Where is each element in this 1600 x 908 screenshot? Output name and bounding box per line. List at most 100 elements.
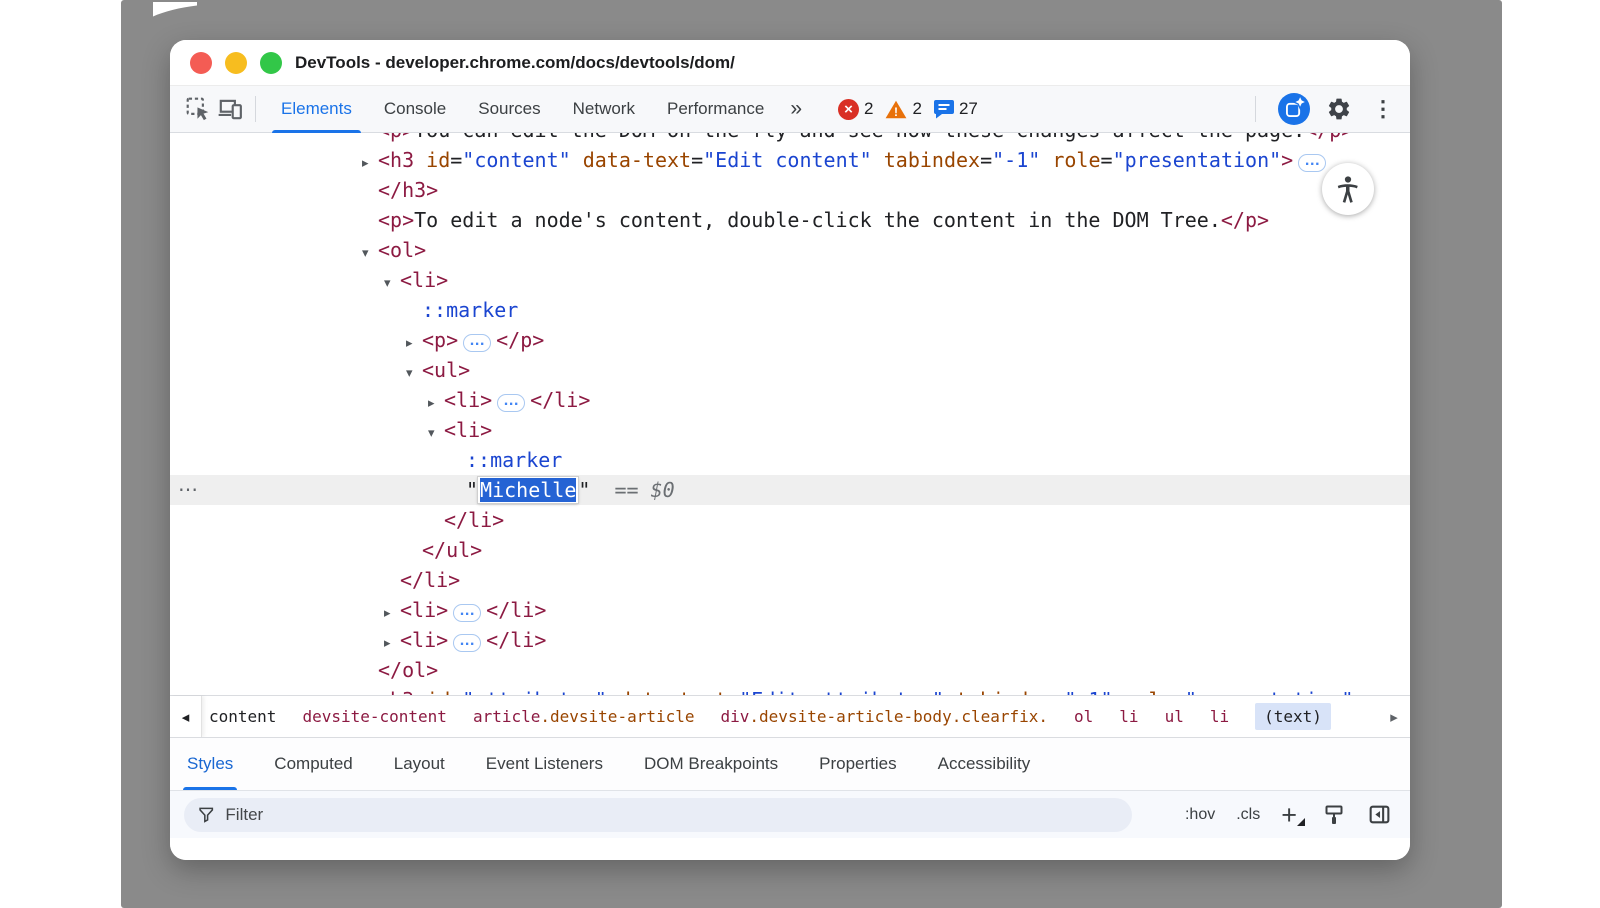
dom-node-row[interactable]: ▾<li> xyxy=(170,415,1410,445)
toolbar-divider xyxy=(255,96,256,122)
error-icon: × xyxy=(838,99,859,120)
inspect-element-button[interactable] xyxy=(182,93,214,125)
errors-badge[interactable]: × 2 xyxy=(838,99,873,120)
sidebar-tab-layout[interactable]: Layout xyxy=(392,738,447,790)
breadcrumb-item[interactable]: article.devsite-article xyxy=(473,707,695,726)
dom-node-row[interactable]: </li> xyxy=(170,565,1410,595)
dom-tree-panel: <p>You can edit the DOM on the fly and s… xyxy=(170,133,1410,695)
inspect-cursor-icon xyxy=(185,96,211,122)
dom-node-row[interactable]: </li> xyxy=(170,505,1410,535)
expand-ellipsis-button[interactable]: … xyxy=(453,634,481,652)
breadcrumb: content devsite-content article.devsite-ar… xyxy=(202,703,1378,730)
expand-arrow-icon[interactable]: ▸ xyxy=(362,688,378,695)
styles-panel-tabs: Styles Computed Layout Event Listeners DOM B… xyxy=(170,737,1410,790)
dom-node-row[interactable]: <p>You can edit the DOM on the fly and s… xyxy=(170,133,1410,145)
dom-node-row[interactable]: ::marker xyxy=(170,445,1410,475)
dom-node-row[interactable]: ▸<li>…</li> xyxy=(170,385,1410,415)
ai-assistance-button[interactable] xyxy=(1278,93,1310,125)
breadcrumb-bar: ◂ content devsite-content article.devsite-… xyxy=(170,695,1410,737)
warnings-badge[interactable]: ! 2 xyxy=(885,99,921,119)
zoom-window-button[interactable] xyxy=(260,52,282,74)
styles-filter-bar: :hov .cls + xyxy=(170,790,1410,838)
inline-text-editor[interactable]: Michelle xyxy=(478,477,578,503)
dom-node-row[interactable]: </h3> xyxy=(170,175,1410,205)
dom-node-row[interactable]: ▸<h3 id="content" data-text="Edit conten… xyxy=(170,145,1410,175)
dom-node-row[interactable]: ::marker xyxy=(170,295,1410,325)
warning-icon: ! xyxy=(885,100,907,119)
messages-badge[interactable]: 27 xyxy=(934,99,978,119)
error-count: 2 xyxy=(864,99,873,119)
toggle-sidebar-icon[interactable] xyxy=(1367,802,1392,827)
breadcrumb-item[interactable]: content xyxy=(209,707,276,726)
sidebar-tab-properties[interactable]: Properties xyxy=(817,738,898,790)
breadcrumb-item[interactable]: li xyxy=(1119,707,1138,726)
expand-ellipsis-button[interactable]: … xyxy=(463,334,491,352)
close-window-button[interactable] xyxy=(190,52,212,74)
expand-arrow-icon[interactable]: ▸ xyxy=(428,388,444,418)
dom-node-row[interactable]: ▸<li>…</li> xyxy=(170,625,1410,655)
device-toolbar-button[interactable] xyxy=(214,93,246,125)
dom-node-row[interactable]: <p>To edit a node's content, double-clic… xyxy=(170,205,1410,235)
sidebar-tab-accessibility[interactable]: Accessibility xyxy=(936,738,1033,790)
dom-node-row[interactable]: ▸<h3 id="attributes" data-text="Edit att… xyxy=(170,685,1410,695)
dom-node-row[interactable]: </ol> xyxy=(170,655,1410,685)
expand-arrow-icon[interactable]: ▾ xyxy=(384,268,400,298)
window-titlebar: DevTools - developer.chrome.com/docs/dev… xyxy=(170,40,1410,86)
toolbar-right-tools: ⋮ xyxy=(1246,93,1398,125)
dom-node-row[interactable]: ▾<ul> xyxy=(170,355,1410,385)
tab-elements[interactable]: Elements xyxy=(265,86,368,133)
breadcrumb-item[interactable]: (text) xyxy=(1255,703,1331,730)
screenshot-stage: DevTools - developer.chrome.com/docs/dev… xyxy=(0,0,1600,908)
rendering-brush-icon[interactable] xyxy=(1322,803,1346,827)
dom-node-row[interactable]: ▸<p>…</p> xyxy=(170,325,1410,355)
settings-button[interactable] xyxy=(1323,93,1355,125)
breadcrumb-item[interactable]: div.devsite-article-body.clearfix. xyxy=(721,707,1049,726)
expand-arrow-icon[interactable]: ▾ xyxy=(428,418,444,448)
breadcrumb-scroll-right-button[interactable]: ▸ xyxy=(1378,696,1410,737)
tab-network[interactable]: Network xyxy=(557,86,651,133)
kebab-menu-button[interactable]: ⋮ xyxy=(1368,96,1398,122)
selected-text-value: Michelle xyxy=(480,478,576,502)
expand-arrow-icon[interactable]: ▾ xyxy=(362,238,378,268)
device-toolbar-icon xyxy=(217,96,243,122)
styles-filter-input[interactable] xyxy=(225,805,1119,825)
dom-node-row[interactable]: ▾<ol> xyxy=(170,235,1410,265)
filter-input-container xyxy=(184,798,1132,832)
expand-ellipsis-button[interactable]: … xyxy=(1298,154,1326,172)
dom-node-row[interactable]: ⋯"Michelle" == $0 xyxy=(170,475,1410,505)
sidebar-tab-dom-breakpoints[interactable]: DOM Breakpoints xyxy=(642,738,780,790)
minimize-window-button[interactable] xyxy=(225,52,247,74)
node-menu-icon[interactable]: ⋯ xyxy=(178,475,196,505)
new-style-rule-button[interactable]: + xyxy=(1281,804,1297,826)
accessibility-person-icon xyxy=(1333,174,1363,204)
toolbar-divider xyxy=(1255,96,1256,122)
breadcrumb-scroll-left-button[interactable]: ◂ xyxy=(170,696,202,737)
expand-ellipsis-button[interactable]: … xyxy=(497,394,525,412)
expand-ellipsis-button[interactable]: … xyxy=(453,604,481,622)
devtools-window: DevTools - developer.chrome.com/docs/dev… xyxy=(170,40,1410,860)
tab-performance[interactable]: Performance xyxy=(651,86,780,133)
breadcrumb-item[interactable]: ol xyxy=(1074,707,1093,726)
dom-node-row[interactable]: ▸<li>…</li> xyxy=(170,595,1410,625)
sidebar-tab-computed[interactable]: Computed xyxy=(272,738,354,790)
more-tabs-button[interactable]: » xyxy=(780,97,812,121)
dom-node-row[interactable]: </ul> xyxy=(170,535,1410,565)
sidebar-tab-styles[interactable]: Styles xyxy=(185,738,235,790)
expand-arrow-icon[interactable]: ▸ xyxy=(384,628,400,658)
warning-count: 2 xyxy=(912,99,921,119)
breadcrumb-item[interactable]: devsite-content xyxy=(302,707,447,726)
toggle-element-state-button[interactable]: :hov xyxy=(1185,806,1215,824)
tab-console[interactable]: Console xyxy=(368,86,462,133)
expand-arrow-icon[interactable]: ▸ xyxy=(384,598,400,628)
dom-node-row[interactable]: ▾<li> xyxy=(170,265,1410,295)
gear-icon xyxy=(1326,96,1352,122)
expand-arrow-icon[interactable]: ▸ xyxy=(362,148,378,178)
breadcrumb-item[interactable]: li xyxy=(1210,707,1229,726)
breadcrumb-item[interactable]: ul xyxy=(1165,707,1184,726)
accessibility-overlay-button[interactable] xyxy=(1322,163,1374,215)
element-classes-button[interactable]: .cls xyxy=(1236,806,1260,824)
expand-arrow-icon[interactable]: ▾ xyxy=(406,358,422,388)
sidebar-tab-event-listeners[interactable]: Event Listeners xyxy=(484,738,605,790)
tab-sources[interactable]: Sources xyxy=(462,86,556,133)
expand-arrow-icon[interactable]: ▸ xyxy=(406,328,422,358)
